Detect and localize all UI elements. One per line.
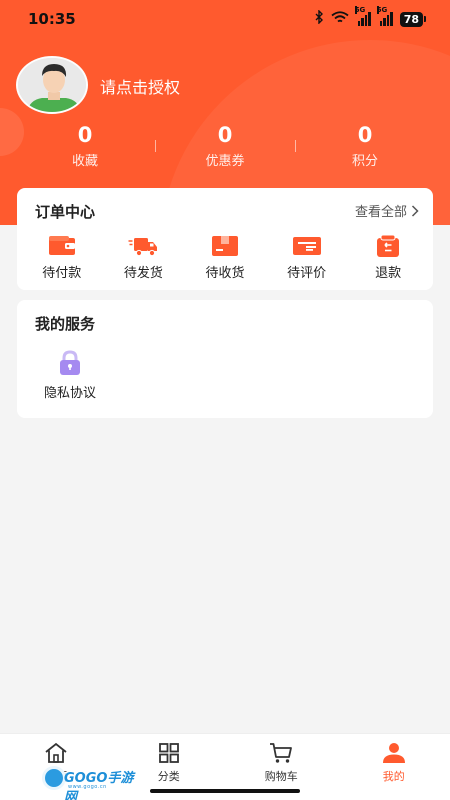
status-icons: 5G 5G 78	[314, 6, 426, 28]
stat-points[interactable]: 0 积分	[295, 122, 435, 169]
order-pending-review[interactable]: 待评价	[272, 234, 342, 281]
tab-mine[interactable]: 我的	[338, 734, 450, 800]
watermark-circle	[42, 766, 66, 790]
stat-value: 0	[217, 123, 233, 147]
home-indicator[interactable]	[150, 789, 300, 793]
order-center-title: 订单中心	[35, 203, 96, 221]
order-pending-shipment[interactable]: 待发货	[108, 234, 178, 281]
battery-icon: 78	[399, 11, 426, 27]
order-pending-receipt[interactable]: 待收货	[190, 234, 260, 281]
stat-coupons[interactable]: 0 优惠券	[155, 122, 295, 169]
tab-label: 分类	[157, 770, 180, 783]
bluetooth-icon	[314, 9, 324, 28]
order-item-label: 待收货	[205, 266, 245, 281]
authorize-link[interactable]: 请点击授权	[100, 74, 180, 98]
my-services-card: 我的服务 隐私协议	[17, 300, 433, 418]
order-pending-payment[interactable]: 待付款	[27, 234, 97, 281]
stats-row: 0 收藏 0 优惠券 0 积分	[0, 122, 450, 169]
watermark-subtext: www.gogo.cn	[68, 784, 107, 790]
tab-label: 我的	[382, 770, 405, 783]
grid-icon	[158, 743, 179, 763]
wallet-icon	[48, 236, 75, 255]
user-avatar-icon	[18, 58, 86, 112]
view-all-label: 查看全部	[354, 205, 407, 220]
network-label-1: 5G	[354, 6, 366, 14]
view-all-orders-link[interactable]: 查看全部	[355, 201, 419, 220]
home-icon	[45, 742, 67, 763]
refund-icon	[377, 234, 400, 257]
signal-5g-icon: 5G	[376, 6, 393, 26]
stat-value: 0	[357, 123, 373, 147]
network-label-2: 5G	[376, 6, 388, 14]
stat-value: 0	[77, 123, 93, 147]
watermark-logo: GOGO手游网 www.gogo.cn	[42, 762, 140, 800]
signal-5g-icon: 5G	[354, 6, 371, 26]
service-item-label: 隐私协议	[43, 386, 96, 401]
avatar[interactable]	[16, 56, 88, 114]
order-item-label: 待付款	[42, 266, 82, 281]
order-item-label: 待发货	[123, 266, 163, 281]
battery-level: 78	[399, 11, 423, 27]
order-center-card: 订单中心 查看全部 待付款 待发货 待收货 待评价 退款	[17, 188, 433, 290]
order-item-label: 待评价	[287, 266, 327, 281]
privacy-policy-item[interactable]: 隐私协议	[39, 350, 101, 401]
order-status-row: 待付款 待发货 待收货 待评价 退款	[17, 234, 433, 281]
order-refund[interactable]: 退款	[353, 234, 423, 281]
stat-label: 优惠券	[205, 154, 245, 169]
status-time: 10:35	[28, 10, 76, 28]
stat-favorites[interactable]: 0 收藏	[15, 122, 155, 169]
cart-icon	[270, 743, 293, 763]
stat-label: 积分	[351, 154, 378, 169]
truck-icon	[128, 238, 158, 257]
package-icon	[211, 236, 238, 256]
user-icon	[382, 743, 405, 763]
chevron-right-icon	[411, 204, 419, 217]
status-bar: 10:35 5G 5G 78	[0, 0, 450, 40]
wifi-icon	[331, 10, 349, 28]
my-services-title: 我的服务	[35, 315, 96, 333]
lock-icon	[60, 350, 80, 375]
stat-label: 收藏	[71, 154, 98, 169]
order-item-label: 退款	[375, 266, 402, 281]
review-icon	[292, 237, 321, 255]
tab-label: 购物车	[264, 770, 298, 783]
